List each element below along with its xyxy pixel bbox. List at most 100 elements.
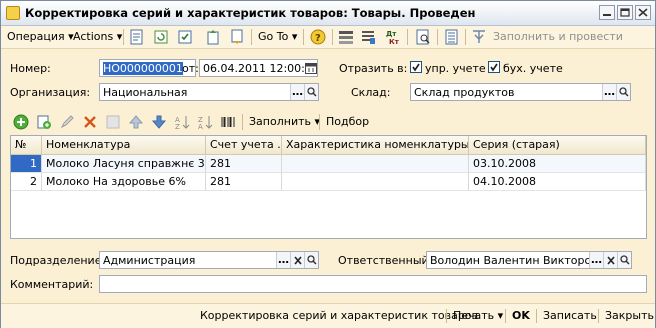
bookkeeping-checkbox[interactable]	[488, 61, 500, 73]
footer-separator	[536, 309, 537, 323]
organization-field[interactable]: Национальная …	[99, 83, 319, 101]
toolbar-separator	[437, 29, 438, 45]
select-organization-button[interactable]: …	[290, 84, 304, 100]
reflect-label: Отразить в:	[339, 62, 408, 75]
move-down-document-icon[interactable]	[229, 29, 245, 45]
dt-kt-icon[interactable]: ДтКт	[385, 29, 401, 45]
new-document-icon[interactable]	[129, 29, 145, 45]
move-up-icon[interactable]	[128, 114, 144, 130]
move-down-icon[interactable]	[151, 114, 167, 130]
svg-text:Кт: Кт	[389, 38, 400, 45]
operation-menu[interactable]: Операция ▾	[7, 29, 74, 45]
search-icon	[618, 87, 629, 97]
select-department-button[interactable]: …	[276, 252, 290, 268]
delete-row-icon[interactable]	[82, 114, 98, 130]
organization-label: Организация:	[10, 86, 91, 99]
window-title: Корректировка серий и характеристик това…	[25, 6, 476, 20]
fill-menu[interactable]: Заполнить ▾	[249, 114, 320, 130]
correction-print-button[interactable]: Корректировка серий и характеристик това…	[200, 308, 478, 324]
clear-department-button[interactable]	[290, 252, 304, 268]
move-up-document-icon[interactable]	[205, 29, 221, 45]
open-responsible-button[interactable]	[617, 252, 631, 268]
actions-label: Actions	[73, 30, 114, 43]
sort-descending-icon[interactable]: ZA	[197, 114, 213, 130]
series-cell[interactable]: 03.10.2008	[469, 155, 646, 173]
item-cell[interactable]: Молоко Ласуня справжнє 3,...	[42, 155, 206, 173]
department-field[interactable]: Администрация …	[99, 251, 319, 269]
list-settings-icon[interactable]	[360, 29, 376, 45]
edit-row-icon[interactable]	[59, 114, 75, 130]
dropdown-arrow-icon: ▾	[116, 30, 123, 43]
open-warehouse-button[interactable]	[616, 84, 630, 100]
warehouse-field[interactable]: Склад продуктов …	[410, 83, 631, 101]
document-list-icon[interactable]	[444, 29, 460, 45]
responsible-label: Ответственный:	[338, 254, 433, 267]
fill-and-post-button[interactable]: Заполнить и провести	[493, 29, 623, 45]
goods-table[interactable]: № Номенклатура Счет учета ... Характерис…	[10, 135, 647, 239]
check-icon	[490, 63, 498, 72]
operation-label: Операция	[7, 30, 65, 43]
print-menu[interactable]: Печать ▾	[453, 308, 503, 324]
actions-menu[interactable]: Actions ▾	[73, 29, 122, 45]
minimize-button[interactable]	[599, 5, 615, 20]
column-header-account[interactable]: Счет учета ...	[206, 136, 282, 155]
account-cell[interactable]: 281	[206, 155, 282, 173]
responsible-field[interactable]: Володин Валентин Викторович …	[426, 251, 632, 269]
clear-icon	[606, 256, 615, 265]
responsible-value: Володин Валентин Викторович	[430, 254, 612, 267]
footer-separator	[505, 309, 506, 323]
open-department-button[interactable]	[304, 252, 318, 268]
footer-separator	[446, 309, 447, 323]
series-cell[interactable]: 04.10.2008	[469, 173, 646, 191]
item-cell[interactable]: Молоко На здоровье 6%	[42, 173, 206, 191]
select-responsible-button[interactable]: …	[589, 252, 603, 268]
open-organization-button[interactable]	[304, 84, 318, 100]
fill-label: Заполнить	[249, 115, 311, 128]
characteristic-cell[interactable]	[282, 155, 469, 173]
copy-row-icon[interactable]	[36, 114, 52, 130]
clear-icon	[293, 256, 302, 265]
management-accounting-checkbox[interactable]	[410, 61, 422, 73]
barcode-icon[interactable]	[220, 114, 236, 130]
refresh-icon[interactable]	[153, 29, 169, 45]
column-header-item[interactable]: Номенклатура	[42, 136, 206, 155]
add-row-icon[interactable]	[13, 114, 29, 130]
end-edit-icon	[106, 115, 120, 129]
help-icon[interactable]: ?	[310, 29, 326, 45]
goto-label: Go To	[258, 30, 289, 43]
comment-field[interactable]	[99, 275, 647, 293]
maximize-button[interactable]	[617, 5, 633, 20]
characteristic-cell[interactable]	[282, 173, 469, 191]
row-number-cell: 1	[11, 155, 42, 173]
preview-icon[interactable]	[415, 29, 431, 45]
toolbar-separator	[303, 29, 304, 45]
close-window-button[interactable]	[635, 5, 651, 20]
calendar-icon[interactable]	[305, 62, 317, 74]
structure-icon[interactable]	[338, 29, 354, 45]
toolbar-separator	[319, 114, 320, 130]
column-header-characteristic[interactable]: Характеристика номенклатуры (...	[282, 136, 469, 155]
clear-responsible-button[interactable]	[603, 252, 617, 268]
select-warehouse-button[interactable]: …	[602, 84, 616, 100]
toolbar-separator	[242, 114, 243, 130]
save-button[interactable]: Записать	[543, 308, 597, 324]
column-header-number[interactable]: №	[11, 136, 42, 155]
dropdown-arrow-icon: ▾	[497, 309, 504, 322]
footer-bar: Корректировка серий и характеристик това…	[1, 303, 655, 328]
column-header-series[interactable]: Серия (старая)	[469, 136, 646, 155]
warehouse-label: Склад:	[351, 86, 391, 99]
select-button[interactable]: Подбор	[326, 114, 369, 130]
sort-ascending-icon[interactable]: AZ	[174, 114, 190, 130]
print-label: Печать	[453, 309, 495, 322]
svg-text:Дт: Дт	[386, 30, 397, 38]
close-button[interactable]: Закрыть	[605, 308, 654, 324]
main-toolbar: Операция ▾ Actions ▾ Go To ▾ ? Дт Кт Запо…	[1, 26, 655, 49]
date-field[interactable]: 06.04.2011 12:00:00	[199, 59, 318, 77]
goto-menu[interactable]: Go To ▾	[258, 29, 297, 45]
table-toolbar: AZ ZA Заполнить ▾ Подбор	[1, 111, 655, 133]
account-cell[interactable]: 281	[206, 173, 282, 191]
number-value: НО000000001	[103, 62, 183, 75]
post-document-icon[interactable]	[177, 29, 193, 45]
toolbar-separator	[251, 29, 252, 45]
ok-button[interactable]: OK	[512, 308, 530, 324]
